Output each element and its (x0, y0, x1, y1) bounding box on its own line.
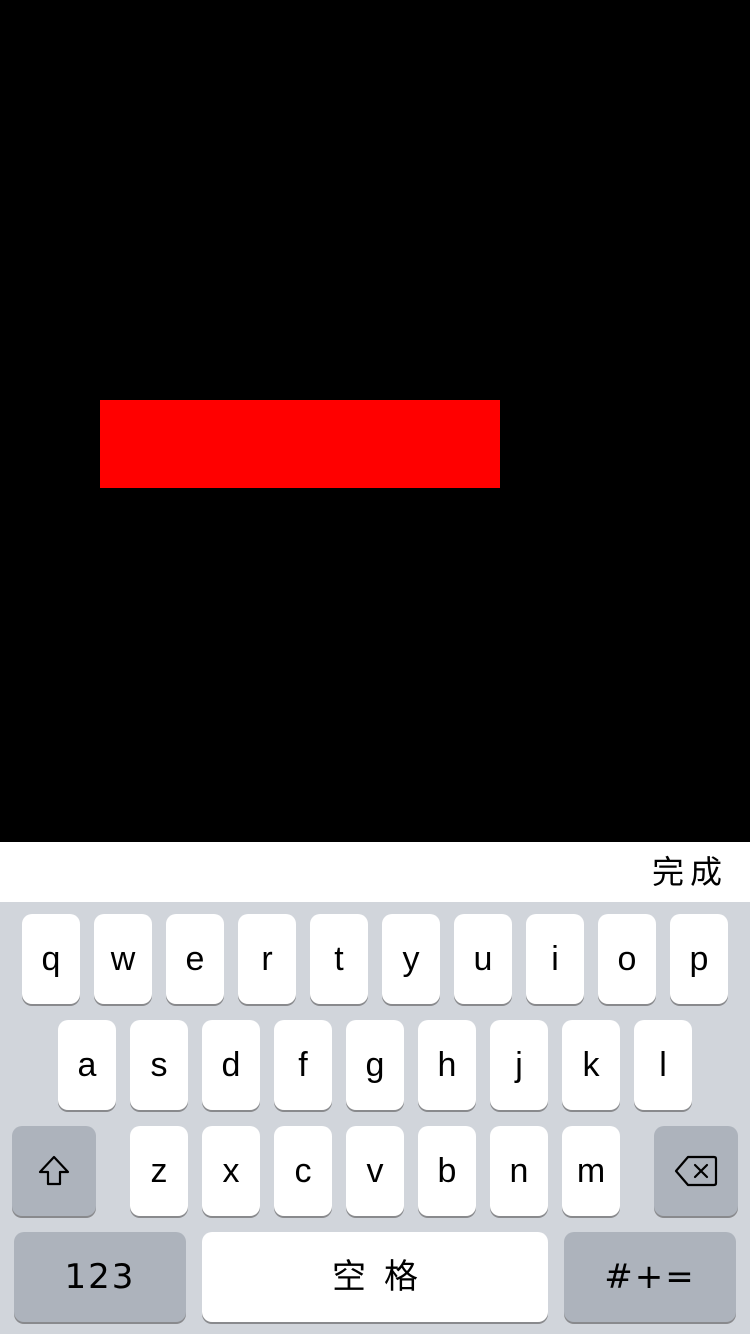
key-label: u (473, 940, 493, 978)
key-label: l (659, 1046, 667, 1084)
key-label: x (222, 1152, 240, 1190)
key-y[interactable]: y (382, 914, 440, 1004)
key-h[interactable]: h (418, 1020, 476, 1110)
app-screen: 完成 q w e r t y u i o p a s d f g h j k l (0, 0, 750, 1334)
key-label: s (150, 1046, 168, 1084)
key-label: p (689, 940, 709, 978)
key-s[interactable]: s (130, 1020, 188, 1110)
space-key-label: 空格 (332, 1257, 436, 1297)
shift-key[interactable] (12, 1126, 96, 1216)
key-i[interactable]: i (526, 914, 584, 1004)
key-e[interactable]: e (166, 914, 224, 1004)
key-l[interactable]: l (634, 1020, 692, 1110)
key-p[interactable]: p (670, 914, 728, 1004)
key-label: o (617, 940, 637, 978)
keyboard-row-1: q w e r t y u i o p (0, 914, 750, 1004)
key-label: c (294, 1152, 312, 1190)
key-label: e (185, 940, 205, 978)
keyboard-row-3: z x c v b n m (0, 1126, 750, 1216)
key-a[interactable]: a (58, 1020, 116, 1110)
key-label: r (261, 940, 273, 978)
key-d[interactable]: d (202, 1020, 260, 1110)
key-label: w (110, 940, 136, 978)
done-button[interactable]: 完成 (652, 842, 728, 902)
key-label: m (576, 1152, 606, 1190)
symbols-key-label: #+= (604, 1257, 696, 1297)
backspace-icon (674, 1154, 718, 1188)
symbols-key[interactable]: #+= (564, 1232, 736, 1322)
keyboard: q w e r t y u i o p a s d f g h j k l z … (0, 902, 750, 1334)
content-canvas (0, 0, 750, 842)
numbers-key-label: 123 (64, 1257, 136, 1297)
key-label: h (437, 1046, 457, 1084)
key-label: d (221, 1046, 241, 1084)
key-label: b (437, 1152, 457, 1190)
key-w[interactable]: w (94, 914, 152, 1004)
key-f[interactable]: f (274, 1020, 332, 1110)
space-key[interactable]: 空格 (202, 1232, 548, 1322)
key-label: z (150, 1152, 168, 1190)
key-b[interactable]: b (418, 1126, 476, 1216)
key-k[interactable]: k (562, 1020, 620, 1110)
key-label: v (366, 1152, 384, 1190)
key-n[interactable]: n (490, 1126, 548, 1216)
key-label: n (509, 1152, 529, 1190)
key-u[interactable]: u (454, 914, 512, 1004)
key-label: i (551, 940, 559, 978)
key-label: g (365, 1046, 385, 1084)
key-label: t (334, 940, 344, 978)
keyboard-accessory-toolbar: 完成 (0, 842, 750, 902)
key-c[interactable]: c (274, 1126, 332, 1216)
key-g[interactable]: g (346, 1020, 404, 1110)
key-r[interactable]: r (238, 914, 296, 1004)
key-o[interactable]: o (598, 914, 656, 1004)
key-j[interactable]: j (490, 1020, 548, 1110)
keyboard-row-4: 123 空格 #+= (0, 1232, 750, 1322)
key-t[interactable]: t (310, 914, 368, 1004)
key-label: f (298, 1046, 308, 1084)
key-label: a (77, 1046, 97, 1084)
key-v[interactable]: v (346, 1126, 404, 1216)
red-rectangle (100, 400, 500, 488)
key-label: y (402, 940, 420, 978)
key-q[interactable]: q (22, 914, 80, 1004)
key-label: q (41, 940, 61, 978)
key-label: k (582, 1046, 600, 1084)
delete-key[interactable] (654, 1126, 738, 1216)
key-x[interactable]: x (202, 1126, 260, 1216)
key-m[interactable]: m (562, 1126, 620, 1216)
key-z[interactable]: z (130, 1126, 188, 1216)
shift-arrow-icon (37, 1154, 71, 1188)
numbers-key[interactable]: 123 (14, 1232, 186, 1322)
keyboard-row-2: a s d f g h j k l (0, 1020, 750, 1110)
key-label: j (515, 1046, 523, 1084)
